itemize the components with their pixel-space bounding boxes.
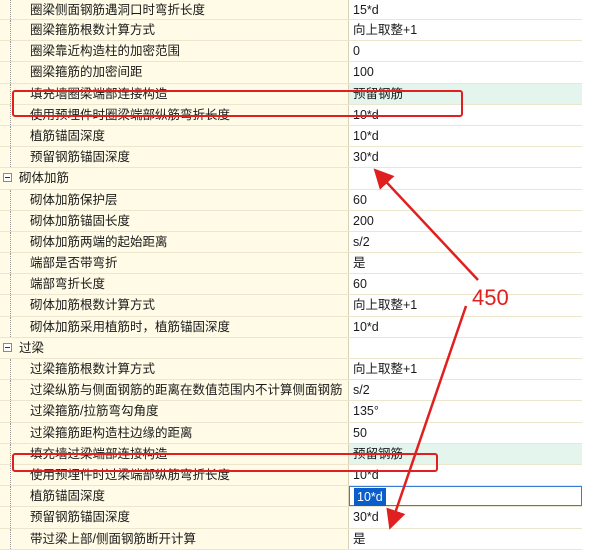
property-row[interactable]: 圈梁侧面钢筋遇洞口时弯折长度 15*d — [0, 0, 582, 20]
property-row[interactable]: 砌体加筋保护层 60 — [0, 189, 582, 211]
property-value[interactable]: 15*d — [349, 0, 582, 19]
property-label: 砌体加筋锚固长度 — [0, 210, 349, 231]
group-label: 砌体加筋 — [0, 168, 349, 189]
property-row[interactable]: 过梁箍筋根数计算方式 向上取整+1 — [0, 359, 582, 381]
property-label: 植筋锚固深度 — [0, 125, 349, 147]
property-value[interactable]: 60 — [349, 189, 582, 210]
property-value[interactable]: s/2 — [349, 231, 582, 253]
group-row[interactable]: 砌体加筋 — [0, 168, 582, 190]
property-value[interactable]: 10*d — [349, 316, 582, 337]
highlight-box-lintel — [12, 453, 438, 472]
collapse-toggle-icon[interactable] — [3, 173, 12, 183]
collapse-toggle-icon[interactable] — [3, 342, 12, 352]
property-row[interactable]: 预留钢筋锚固深度 30*d — [0, 507, 582, 529]
property-row[interactable]: 圈梁箍筋的加密间距 100 — [0, 62, 582, 84]
highlight-box-ring-beam — [12, 90, 463, 117]
property-value[interactable]: 30*d — [349, 147, 582, 168]
property-value[interactable]: 10*d — [349, 125, 582, 147]
property-row[interactable]: 砌体加筋采用植筋时，植筋锚固深度 10*d — [0, 316, 582, 338]
property-row[interactable]: 带过梁上部/侧面钢筋断开计算是 — [0, 528, 582, 550]
property-row[interactable]: 植筋锚固深度 10*d — [0, 125, 582, 148]
property-value[interactable] — [349, 337, 582, 358]
property-row[interactable]: 圈梁箍筋根数计算方式 向上取整+1 — [0, 20, 582, 42]
property-row[interactable]: 砌体加筋锚固长度 200 — [0, 210, 582, 232]
property-row[interactable]: 过梁纵筋与侧面钢筋的距离在数值范围内不计算侧面钢筋 s/2 — [0, 380, 582, 402]
property-value[interactable]: 200 — [349, 210, 582, 231]
property-label: 砌体加筋采用植筋时，植筋锚固深度 — [0, 316, 349, 337]
property-value[interactable]: 向上取整+1 — [349, 20, 582, 41]
property-label: 端部是否带弯折 — [0, 253, 349, 274]
property-label: 圈梁箍筋根数计算方式 — [0, 20, 349, 41]
property-label: 过梁箍筋根数计算方式 — [0, 359, 349, 380]
property-value[interactable]: 是 — [349, 528, 582, 549]
property-value[interactable] — [349, 168, 582, 189]
property-row[interactable]: 过梁箍筋/拉筋弯勾角度 135° — [0, 401, 582, 423]
property-value[interactable]: 10*d — [349, 486, 582, 507]
property-row[interactable]: 圈梁靠近构造柱的加密范围 0 — [0, 41, 582, 63]
property-row[interactable]: 砌体加筋两端的起始距离 s/2 — [0, 231, 582, 254]
property-row[interactable]: 预留钢筋锚固深度 30*d — [0, 147, 582, 169]
property-value[interactable]: 50 — [349, 422, 582, 443]
value-edit-field[interactable]: 10*d — [354, 488, 386, 507]
property-row[interactable]: 过梁箍筋距构造柱边缘的距离 50 — [0, 422, 582, 444]
property-label: 过梁纵筋与侧面钢筋的距离在数值范围内不计算侧面钢筋 — [0, 380, 349, 401]
property-label: 植筋锚固深度 — [0, 486, 349, 507]
property-label: 端部弯折长度 — [0, 274, 349, 295]
property-label: 砌体加筋保护层 — [0, 189, 349, 210]
property-label: 过梁箍筋/拉筋弯勾角度 — [0, 401, 349, 422]
property-value[interactable]: 0 — [349, 41, 582, 62]
property-label: 过梁箍筋距构造柱边缘的距离 — [0, 422, 349, 443]
property-value[interactable]: 100 — [349, 62, 582, 83]
property-label: 预留钢筋锚固深度 — [0, 147, 349, 168]
property-value[interactable]: 向上取整+1 — [349, 359, 582, 380]
property-row[interactable]: 端部是否带弯折是 — [0, 253, 582, 275]
property-label: 圈梁箍筋的加密间距 — [0, 62, 349, 83]
property-value[interactable]: 是 — [349, 253, 582, 274]
annotation-label: 450 — [472, 285, 509, 310]
property-row[interactable]: 植筋锚固深度 10*d — [0, 486, 582, 508]
group-label: 过梁 — [0, 337, 349, 358]
property-value[interactable]: 135° — [349, 401, 582, 422]
property-label: 砌体加筋两端的起始距离 — [0, 231, 349, 253]
property-label: 圈梁靠近构造柱的加密范围 — [0, 41, 349, 62]
property-value[interactable]: 60 — [349, 274, 582, 295]
property-value[interactable]: 向上取整+1 — [349, 295, 582, 316]
property-label: 砌体加筋根数计算方式 — [0, 295, 349, 316]
property-value[interactable]: s/2 — [349, 380, 582, 401]
property-label: 预留钢筋锚固深度 — [0, 507, 349, 528]
property-value[interactable]: 30*d — [349, 507, 582, 528]
group-row[interactable]: 过梁 — [0, 337, 582, 359]
property-label: 带过梁上部/侧面钢筋断开计算 — [0, 528, 349, 549]
property-label: 圈梁侧面钢筋遇洞口时弯折长度 — [0, 0, 349, 19]
